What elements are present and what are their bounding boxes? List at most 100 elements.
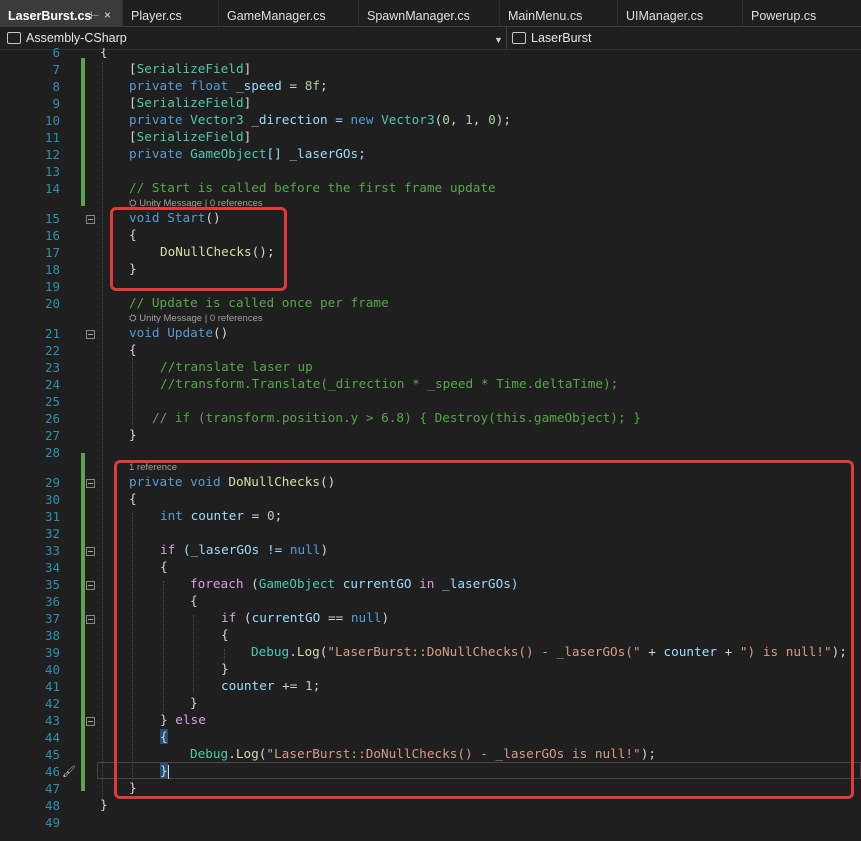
- highlight-box-start: [110, 207, 287, 291]
- fold-toggle[interactable]: [86, 581, 95, 590]
- line-number: 31: [44, 509, 60, 524]
- code-line-14: // Start is called before the first fram…: [129, 180, 496, 195]
- change-indicator: [81, 453, 85, 791]
- line-number: 24: [44, 377, 60, 392]
- scope-dropdown[interactable]: LaserBurst: [508, 29, 861, 47]
- line-number: 45: [44, 747, 60, 762]
- line-number: 39: [44, 645, 60, 660]
- tab-spawnmanager[interactable]: SpawnManager.cs: [359, 0, 500, 26]
- code-line-23: //translate laser up: [160, 359, 313, 374]
- line-number: 42: [44, 696, 60, 711]
- line-number: 21: [44, 326, 60, 341]
- line-number: 7: [52, 62, 60, 77]
- navigation-bar: Assembly-CSharp ▼ LaserBurst: [0, 26, 861, 50]
- line-number: 18: [44, 262, 60, 277]
- line-number: 47: [44, 781, 60, 796]
- tab-player[interactable]: Player.cs: [123, 0, 219, 26]
- line-number: 9: [52, 96, 60, 111]
- project-dropdown[interactable]: Assembly-CSharp ▼: [0, 29, 506, 47]
- change-indicator: [81, 58, 85, 206]
- line-number: 20: [44, 296, 60, 311]
- line-number: 15: [44, 211, 60, 226]
- line-number: 36: [44, 594, 60, 609]
- nav-divider: [506, 27, 507, 49]
- line-number: 13: [44, 164, 60, 179]
- line-number: 44: [44, 730, 60, 745]
- line-number: 34: [44, 560, 60, 575]
- tab-laserburst[interactable]: LaserBurst.cs ⊢ ×: [0, 0, 123, 26]
- code-line-21: void Update(): [129, 325, 229, 340]
- line-number: 27: [44, 428, 60, 443]
- tab-label: SpawnManager.cs: [367, 9, 470, 23]
- code-line-22: {: [129, 342, 137, 357]
- chevron-down-icon[interactable]: ▼: [494, 35, 503, 45]
- line-number: 8: [52, 79, 60, 94]
- scope-label: LaserBurst: [531, 31, 592, 45]
- line-number: 22: [44, 343, 60, 358]
- line-number: 26: [44, 411, 60, 426]
- fold-toggle[interactable]: [86, 547, 95, 556]
- tab-label: Player.cs: [131, 9, 182, 23]
- fold-toggle[interactable]: [86, 615, 95, 624]
- csharp-project-icon: [7, 32, 21, 44]
- line-number: 40: [44, 662, 60, 677]
- line-number: 25: [44, 394, 60, 409]
- code-line-6: {: [100, 48, 108, 59]
- code-line-8: private float _speed = 8f;: [129, 78, 328, 93]
- codelens-unity-message[interactable]: ⛭ Unity Message | 0 references: [129, 313, 263, 324]
- tab-label: GameManager.cs: [227, 9, 326, 23]
- close-icon[interactable]: ×: [104, 8, 111, 22]
- line-number: 33: [44, 543, 60, 558]
- pin-icon[interactable]: ⊢: [90, 9, 100, 22]
- code-line-26: // if (transform.position.y > 6.8) { Des…: [152, 410, 641, 425]
- line-number: 41: [44, 679, 60, 694]
- code-line-11: [SerializeField]: [129, 129, 252, 144]
- line-number: 12: [44, 147, 60, 162]
- code-line-10: private Vector3 _direction = new Vector3…: [129, 112, 511, 127]
- tab-uimanager[interactable]: UIManager.cs: [618, 0, 743, 26]
- line-number: 19: [44, 279, 60, 294]
- tab-label: UIManager.cs: [626, 9, 704, 23]
- line-number: 10: [44, 113, 60, 128]
- line-number: 35: [44, 577, 60, 592]
- tab-label: MainMenu.cs: [508, 9, 583, 23]
- tab-label: LaserBurst.cs: [8, 9, 92, 23]
- line-number: 48: [44, 798, 60, 813]
- line-number: 11: [44, 130, 60, 145]
- tab-powerup[interactable]: Powerup.cs: [743, 0, 861, 26]
- code-line-12: private GameObject[] _laserGOs;: [129, 146, 366, 161]
- fold-toggle[interactable]: [86, 330, 95, 339]
- class-icon: [512, 32, 526, 44]
- fold-toggle[interactable]: [86, 479, 95, 488]
- code-line-27: }: [129, 427, 137, 442]
- indent-guide: [102, 62, 103, 802]
- line-number: 28: [44, 445, 60, 460]
- code-line-20: // Update is called once per frame: [129, 295, 389, 310]
- code-line-7: [SerializeField]: [129, 61, 252, 76]
- code-editor[interactable]: 6 7 8 9 10 11 12 13 14 15 16 17 18 19 20…: [0, 48, 861, 841]
- quick-actions-icon[interactable]: 🖌: [62, 765, 76, 778]
- line-number: 6: [52, 48, 60, 60]
- line-number: 16: [44, 228, 60, 243]
- fold-toggle[interactable]: [86, 215, 95, 224]
- fold-toggle[interactable]: [86, 717, 95, 726]
- code-line-9: [SerializeField]: [129, 95, 252, 110]
- line-number: 38: [44, 628, 60, 643]
- project-label: Assembly-CSharp: [26, 31, 127, 45]
- line-number: 14: [44, 181, 60, 196]
- line-number: 37: [44, 611, 60, 626]
- tab-mainmenu[interactable]: MainMenu.cs: [500, 0, 618, 26]
- tab-gamemanager[interactable]: GameManager.cs: [219, 0, 359, 26]
- line-number: 30: [44, 492, 60, 507]
- document-tab-strip: LaserBurst.cs ⊢ × Player.cs GameManager.…: [0, 0, 861, 26]
- line-number: 29: [44, 475, 60, 490]
- highlight-box-donullchecks: [114, 460, 854, 799]
- tab-label: Powerup.cs: [751, 9, 817, 23]
- line-number: 46: [44, 764, 60, 779]
- line-number: 32: [44, 526, 60, 541]
- line-number: 23: [44, 360, 60, 375]
- line-number: 17: [44, 245, 60, 260]
- line-number: 43: [44, 713, 60, 728]
- code-line-24: //transform.Translate(_direction * _spee…: [160, 376, 619, 391]
- line-number: 49: [44, 815, 60, 830]
